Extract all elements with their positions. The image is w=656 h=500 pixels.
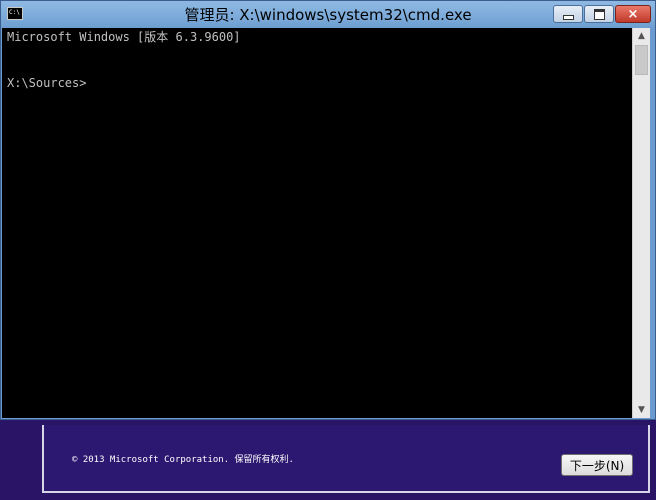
copyright-text: © 2013 Microsoft Corporation. 保留所有权利. <box>72 455 294 465</box>
cmd-window: C:\ 管理员: X:\windows\system32\cmd.exe × M… <box>0 0 656 420</box>
minimize-button[interactable] <box>553 5 583 23</box>
vertical-scrollbar[interactable]: ▲ ▼ <box>632 28 650 418</box>
scroll-down-arrow-icon[interactable]: ▼ <box>633 402 650 418</box>
scroll-up-arrow-icon[interactable]: ▲ <box>633 28 650 44</box>
console-prompt-line: X:\Sources> <box>7 76 87 90</box>
maximize-button[interactable] <box>584 5 614 23</box>
title-bar[interactable]: C:\ 管理员: X:\windows\system32\cmd.exe × <box>1 1 655 27</box>
close-button[interactable]: × <box>615 5 651 23</box>
maximize-icon <box>593 8 605 20</box>
close-icon: × <box>627 6 639 22</box>
next-button[interactable]: 下一步(N) <box>561 454 633 476</box>
minimize-icon <box>562 14 574 20</box>
console-version-line: Microsoft Windows [版本 6.3.9600] <box>7 30 241 44</box>
scroll-thumb[interactable] <box>635 45 648 75</box>
console-area[interactable]: Microsoft Windows [版本 6.3.9600] X:\Sourc… <box>2 28 632 418</box>
